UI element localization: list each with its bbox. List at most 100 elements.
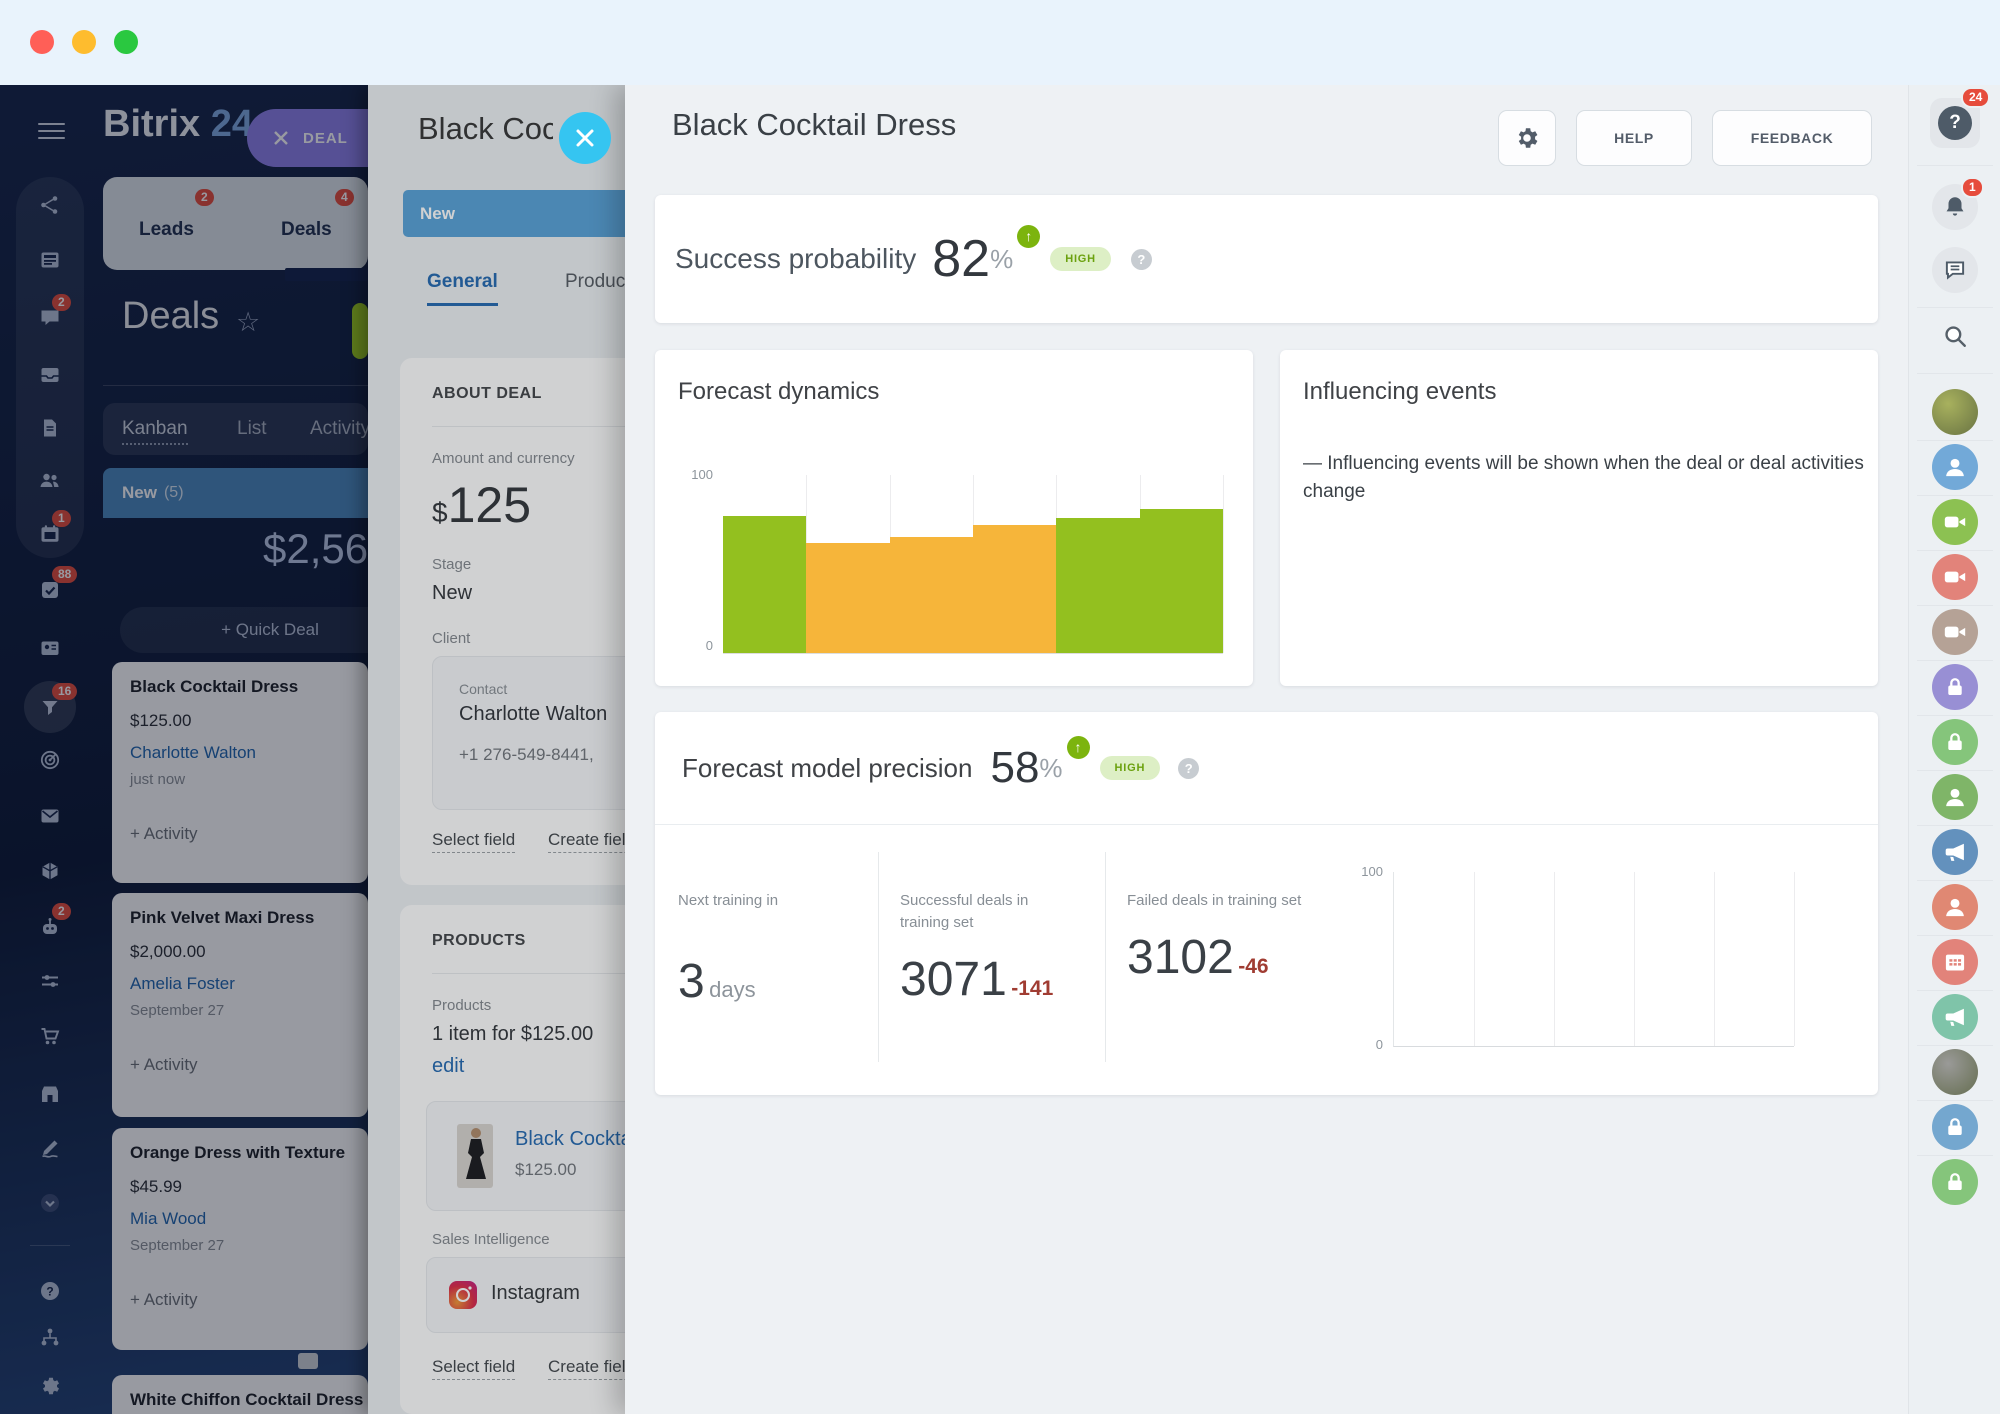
cat-avatar[interactable] — [1932, 1049, 1978, 1095]
lock-icon[interactable] — [1932, 719, 1978, 765]
success-value: 82 — [932, 229, 990, 289]
bitrix-logo: Bitrix 24 — [103, 103, 253, 146]
person-icon[interactable] — [1932, 444, 1978, 490]
sliders-icon[interactable] — [38, 969, 62, 993]
influencing-events-message: — Influencing events will be shown when … — [1303, 450, 1875, 505]
tab-products[interactable]: Products — [565, 271, 625, 293]
bar-3 — [890, 537, 973, 653]
messenger-icon[interactable]: 2 — [38, 306, 62, 330]
tasks-icon[interactable]: 88 — [38, 578, 62, 602]
stage-bar[interactable]: New — [403, 190, 625, 237]
target-icon[interactable] — [38, 748, 62, 772]
divider — [1917, 880, 1993, 881]
funnel-settings-button[interactable] — [352, 303, 368, 359]
contact-phone[interactable]: +1 276-549-8441, — [459, 745, 625, 765]
gear-icon[interactable] — [38, 1374, 62, 1398]
inbox-icon[interactable] — [38, 363, 62, 387]
people-icon[interactable] — [38, 468, 62, 492]
divider — [878, 852, 879, 1062]
lock-icon[interactable] — [1932, 664, 1978, 710]
lock-icon[interactable] — [1932, 1104, 1978, 1150]
tab-general[interactable]: General — [427, 271, 498, 306]
feedback-button[interactable]: FEEDBACK — [1712, 110, 1872, 166]
close-window-button[interactable] — [30, 30, 54, 54]
chevron-down-icon[interactable] — [38, 1191, 62, 1215]
search-button[interactable] — [1932, 313, 1978, 359]
document-icon[interactable] — [38, 416, 62, 440]
cart-icon[interactable] — [38, 1024, 62, 1048]
lock-icon[interactable] — [1932, 1159, 1978, 1205]
zoom-window-button[interactable] — [114, 30, 138, 54]
high-badge: HIGH — [1050, 247, 1111, 271]
tab-deals[interactable]: Deals — [281, 219, 332, 241]
help-button[interactable]: HELP — [1576, 110, 1692, 166]
share-icon[interactable] — [38, 193, 62, 217]
column-total: $2,560 — [263, 525, 368, 573]
robot-icon-badge: 2 — [52, 903, 71, 920]
tab-leads[interactable]: Leads — [139, 219, 194, 241]
divider — [1917, 935, 1993, 936]
product-price: $125.00 — [515, 1160, 625, 1180]
feed-icon[interactable] — [38, 248, 62, 272]
printer-icon[interactable] — [298, 1353, 318, 1369]
store-icon[interactable] — [38, 1082, 62, 1106]
videocam-icon[interactable] — [1932, 499, 1978, 545]
help-circle-icon[interactable]: ? — [1178, 758, 1199, 779]
calendar-icon[interactable]: 1 — [38, 522, 62, 546]
select-field-link[interactable]: Select field — [432, 830, 515, 853]
help-circle-icon[interactable]: ? — [1131, 249, 1152, 270]
contact-name[interactable]: Charlotte Walton — [459, 703, 625, 726]
edit-link[interactable]: edit — [432, 1055, 464, 1078]
deal-slideover-panel: Black Cocktail Dress New General Product… — [368, 85, 625, 1414]
trend-up-icon: ↑ — [1067, 736, 1090, 759]
close-icon — [575, 128, 595, 148]
megaphone-icon[interactable] — [1932, 994, 1978, 1040]
deal-card[interactable]: Pink Velvet Maxi Dress $2,000.00 Amelia … — [112, 893, 368, 1117]
question-icon[interactable]: ? — [38, 1279, 62, 1303]
select-field-link[interactable]: Select field — [432, 1357, 515, 1380]
product-name[interactable]: Black Cocktail Dress — [515, 1128, 625, 1151]
divider — [1917, 495, 1993, 496]
settings-button[interactable] — [1498, 110, 1556, 166]
sign-icon[interactable] — [38, 1136, 62, 1160]
sitemap-icon[interactable] — [38, 1325, 62, 1349]
create-field-link[interactable]: Create field — [548, 830, 625, 853]
close-slideover-button[interactable] — [559, 112, 611, 164]
contact-box[interactable]: Contact Charlotte Walton +1 276-549-8441… — [432, 656, 625, 810]
calendar-icon[interactable] — [1932, 939, 1978, 985]
tab-activity[interactable]: Activity — [310, 418, 368, 440]
tab-kanban[interactable]: Kanban — [122, 418, 188, 445]
deal-card[interactable]: Black Cocktail Dress $125.00 Charlotte W… — [112, 662, 368, 883]
menu-icon[interactable] — [38, 123, 65, 139]
slideover-title: Black Cocktail Dress — [418, 111, 553, 147]
crm-funnel-icon[interactable]: 16 — [38, 695, 62, 719]
chat-button[interactable] — [1932, 247, 1978, 293]
megaphone-icon[interactable] — [1932, 829, 1978, 875]
deal-card[interactable]: White Chiffon Cocktail Dress — [112, 1375, 368, 1414]
tab-list[interactable]: List — [237, 418, 267, 440]
person-icon[interactable] — [1932, 884, 1978, 930]
stage-value[interactable]: New — [432, 582, 472, 605]
product-row[interactable]: Black Cocktail Dress $125.00 — [426, 1101, 625, 1211]
divider — [1917, 770, 1993, 771]
create-field-link[interactable]: Create field — [548, 1357, 625, 1380]
cube-icon[interactable] — [38, 859, 62, 883]
person-icon[interactable] — [1932, 774, 1978, 820]
robot-icon[interactable]: 2 — [38, 915, 62, 939]
divider — [1917, 1155, 1993, 1156]
user-avatar[interactable] — [1932, 389, 1978, 435]
search-icon — [1942, 323, 1968, 349]
videocam-icon[interactable] — [1932, 609, 1978, 655]
close-icon[interactable] — [273, 130, 289, 146]
minimize-window-button[interactable] — [72, 30, 96, 54]
mail-icon[interactable] — [38, 804, 62, 828]
sales-channel-box[interactable]: Instagram — [426, 1257, 625, 1333]
divider — [1917, 1045, 1993, 1046]
videocam-icon[interactable] — [1932, 554, 1978, 600]
notifications-badge: 1 — [1961, 177, 1984, 198]
deal-card[interactable]: Orange Dress with Texture $45.99 Mia Woo… — [112, 1128, 368, 1350]
idcard-icon[interactable] — [38, 636, 62, 660]
favorite-star-icon[interactable]: ☆ — [236, 307, 260, 338]
deal-amount[interactable]: $125 — [432, 476, 531, 534]
kanban-column-header[interactable]: New (5) — [103, 468, 403, 518]
